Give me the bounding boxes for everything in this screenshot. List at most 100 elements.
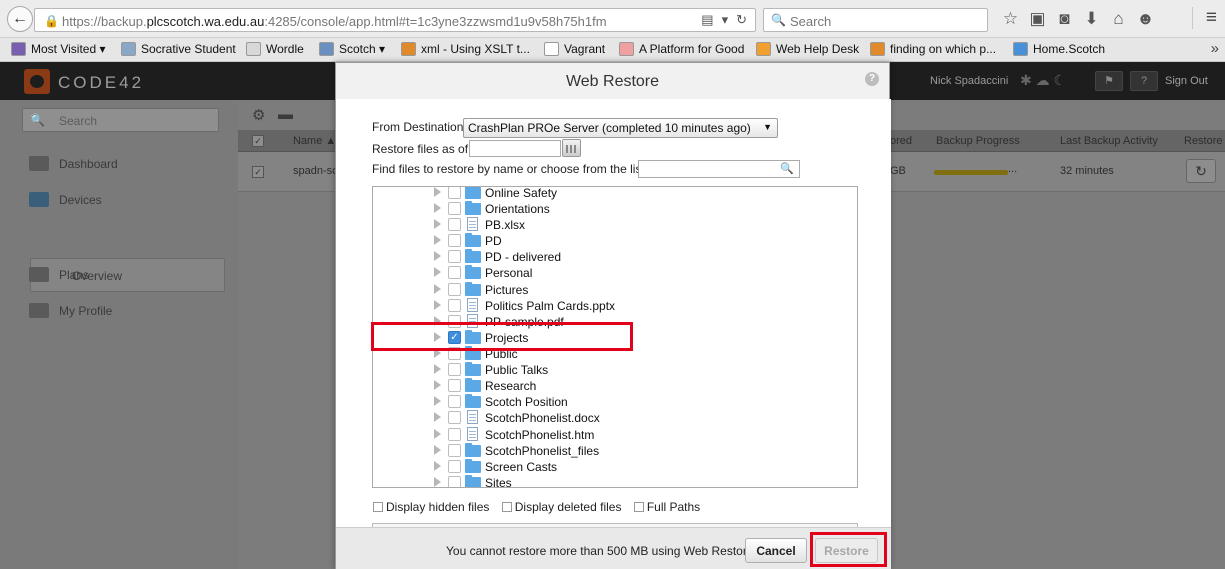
- column-header-name[interactable]: Name ▲: [293, 135, 336, 147]
- tree-row-checkbox[interactable]: [448, 266, 461, 279]
- expand-triangle-icon[interactable]: [434, 235, 441, 245]
- bookmark-item[interactable]: Most Visited ▾: [11, 42, 106, 56]
- bookmark-item[interactable]: Vagrant: [544, 42, 605, 56]
- tree-row[interactable]: Pictures: [373, 282, 857, 298]
- expand-triangle-icon[interactable]: [434, 380, 441, 390]
- overflow-chevron-icon[interactable]: »: [1211, 40, 1219, 57]
- tree-row-checkbox[interactable]: [448, 428, 461, 441]
- display-deleted-files-checkbox[interactable]: Display deleted files: [501, 500, 621, 514]
- bookmark-item[interactable]: Home.Scotch: [1013, 42, 1105, 56]
- destination-select[interactable]: CrashPlan PROe Server (completed 10 minu…: [463, 118, 778, 138]
- tree-row-checkbox[interactable]: [448, 411, 461, 424]
- chat-icon[interactable]: ☻: [1132, 9, 1159, 29]
- sidebar-search-input[interactable]: 🔍 Search: [22, 108, 219, 132]
- tree-row[interactable]: PB.xlsx: [373, 217, 857, 233]
- full-paths-checkbox[interactable]: Full Paths: [633, 500, 700, 514]
- sidebar-item-plans[interactable]: Plans: [29, 267, 89, 282]
- tree-row-checkbox[interactable]: [448, 395, 461, 408]
- dropdown-arrow-icon[interactable]: ▾: [722, 12, 729, 27]
- bookmark-item[interactable]: Socrative Student: [121, 42, 236, 56]
- help-button[interactable]: ?: [1130, 71, 1158, 91]
- column-header-restore[interactable]: Restore: [1184, 135, 1223, 147]
- tree-row[interactable]: ScotchPhonelist_files: [373, 443, 857, 459]
- expand-triangle-icon[interactable]: [434, 187, 441, 197]
- tree-row-checkbox[interactable]: [448, 187, 461, 199]
- column-header-backup-progress[interactable]: Backup Progress: [936, 135, 1020, 147]
- folder-icon: [465, 443, 481, 457]
- browser-search-input[interactable]: 🔍 Search: [763, 8, 988, 32]
- tree-row[interactable]: Orientations: [373, 201, 857, 217]
- column-header-stored[interactable]: ored: [890, 135, 912, 147]
- tree-row-checkbox[interactable]: [448, 234, 461, 247]
- tree-row-checkbox[interactable]: [448, 363, 461, 376]
- calendar-icon[interactable]: [562, 139, 581, 157]
- tree-row-checkbox[interactable]: [448, 444, 461, 457]
- row-checkbox[interactable]: ✓: [252, 166, 264, 178]
- tree-row[interactable]: Screen Casts: [373, 459, 857, 475]
- bookmark-item[interactable]: Scotch ▾: [319, 42, 385, 56]
- tree-row-checkbox[interactable]: [448, 299, 461, 312]
- bookmark-item[interactable]: finding on which p...: [870, 42, 996, 56]
- tree-row-checkbox[interactable]: [448, 283, 461, 296]
- expand-triangle-icon[interactable]: [434, 284, 441, 294]
- home-icon[interactable]: ⌂: [1105, 9, 1132, 29]
- help-icon[interactable]: ?: [865, 72, 879, 86]
- tree-row[interactable]: Online Safety: [373, 187, 857, 201]
- tree-row[interactable]: Public Talks: [373, 362, 857, 378]
- sign-out-link[interactable]: Sign Out: [1165, 75, 1208, 87]
- tree-row-checkbox[interactable]: [448, 218, 461, 231]
- tree-row[interactable]: Scotch Position: [373, 394, 857, 410]
- bookmark-item[interactable]: Web Help Desk: [756, 42, 859, 56]
- column-header-last-backup-activity[interactable]: Last Backup Activity: [1060, 135, 1158, 147]
- sidebar-item-my-profile[interactable]: My Profile: [29, 303, 112, 318]
- expand-triangle-icon[interactable]: [434, 412, 441, 422]
- back-button[interactable]: ←: [7, 6, 33, 32]
- expand-triangle-icon[interactable]: [434, 251, 441, 261]
- url-bar[interactable]: 🔒 https://backup.plcscotch.wa.edu.au:428…: [34, 8, 756, 32]
- tree-row[interactable]: PD: [373, 233, 857, 249]
- flag-button[interactable]: ⚑: [1095, 71, 1123, 91]
- tree-row[interactable]: PD - delivered: [373, 249, 857, 265]
- tree-row-checkbox[interactable]: [448, 250, 461, 263]
- tree-row[interactable]: Sites: [373, 475, 857, 487]
- restore-row-button[interactable]: ↻: [1186, 159, 1216, 183]
- expand-triangle-icon[interactable]: [434, 461, 441, 471]
- download-icon[interactable]: ⬇: [1078, 9, 1105, 29]
- bookmark-item[interactable]: Wordle: [246, 42, 304, 56]
- tree-row[interactable]: Politics Palm Cards.pptx: [373, 298, 857, 314]
- tree-row-checkbox[interactable]: [448, 476, 461, 487]
- bookmark-item[interactable]: xml - Using XSLT t...: [401, 42, 530, 56]
- expand-triangle-icon[interactable]: [434, 429, 441, 439]
- reload-icon[interactable]: ↻: [736, 12, 747, 27]
- settings-gear-icon[interactable]: ⚙: [252, 106, 265, 124]
- expand-triangle-icon[interactable]: [434, 396, 441, 406]
- tree-row[interactable]: Personal: [373, 265, 857, 281]
- expand-triangle-icon[interactable]: [434, 203, 441, 213]
- tree-row-checkbox[interactable]: [448, 379, 461, 392]
- bookmark-star-icon[interactable]: ☆: [997, 9, 1024, 29]
- bookmark-item[interactable]: A Platform for Good: [619, 42, 744, 56]
- tree-row-checkbox[interactable]: [448, 460, 461, 473]
- expand-triangle-icon[interactable]: [434, 477, 441, 487]
- expand-triangle-icon[interactable]: [434, 267, 441, 277]
- pocket-icon[interactable]: ◙: [1051, 9, 1078, 29]
- tree-row[interactable]: ScotchPhonelist.htm: [373, 427, 857, 443]
- find-files-input[interactable]: 🔍: [638, 160, 800, 178]
- add-device-icon[interactable]: ▬: [278, 106, 293, 123]
- tree-row[interactable]: ScotchPhonelist.docx: [373, 410, 857, 426]
- expand-triangle-icon[interactable]: [434, 300, 441, 310]
- tree-row-checkbox[interactable]: [448, 202, 461, 215]
- sidebar-item-dashboard[interactable]: Dashboard: [29, 156, 118, 171]
- expand-triangle-icon[interactable]: [434, 364, 441, 374]
- restore-date-input[interactable]: [469, 140, 561, 157]
- cancel-button[interactable]: Cancel: [745, 538, 807, 563]
- expand-triangle-icon[interactable]: [434, 219, 441, 229]
- display-hidden-files-checkbox[interactable]: Display hidden files: [373, 500, 489, 514]
- reading-list-icon[interactable]: ▣: [1024, 9, 1051, 29]
- expand-triangle-icon[interactable]: [434, 445, 441, 455]
- reader-view-icon[interactable]: ▤: [701, 12, 713, 27]
- sidebar-item-devices[interactable]: Devices: [29, 192, 102, 207]
- tree-row[interactable]: Research: [373, 378, 857, 394]
- hamburger-menu-icon[interactable]: ≡: [1191, 7, 1217, 29]
- select-all-checkbox[interactable]: ✓: [252, 135, 264, 147]
